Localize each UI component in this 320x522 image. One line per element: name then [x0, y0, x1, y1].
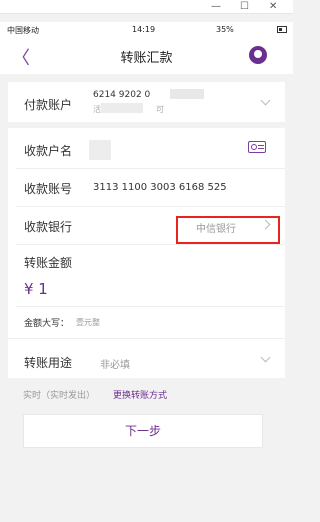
payee-account-number[interactable]: 3113 1100 3003 6168 525 [93, 182, 227, 193]
masked-name [89, 140, 111, 160]
amount-input[interactable]: ¥ 1 [24, 280, 48, 298]
divider [16, 244, 285, 245]
highlight-box [176, 216, 280, 244]
change-mode-link[interactable]: 更换转账方式 [113, 388, 167, 401]
divider [16, 168, 285, 169]
window-bar: — ☐ ✕ [0, 0, 293, 14]
amount-label: 转账金额 [24, 256, 73, 270]
divider [16, 306, 285, 307]
top-nav: 〈 转账汇款 [0, 38, 293, 74]
payer-account-status: 活 [93, 105, 101, 114]
divider [8, 338, 285, 339]
chevron-down-icon[interactable] [260, 95, 271, 106]
payee-account-label: 收款账号 [24, 182, 73, 196]
divider [16, 206, 285, 207]
transfer-mode-label: 实时（实时发出） [23, 391, 96, 401]
maximize-icon[interactable]: ☐ [240, 0, 249, 14]
battery-percent: 35% [216, 25, 234, 34]
chevron-down-icon[interactable] [260, 352, 271, 363]
masked-text [101, 103, 143, 113]
payer-label: 付款账户 [24, 98, 73, 112]
transfer-form-card: 收款户名 收款账号 3113 1100 3003 6168 525 收款银行 中… [8, 128, 285, 378]
amount-caps-label: 金额大写： [24, 319, 70, 329]
customer-service-icon[interactable] [249, 46, 267, 64]
payee-name-label: 收款户名 [24, 144, 73, 158]
payee-bank-label: 收款银行 [24, 220, 73, 234]
minimize-icon[interactable]: — [211, 0, 221, 14]
payer-available-label: 可 [156, 105, 164, 114]
payer-account-number: 6214 9202 0 [93, 90, 151, 100]
status-bar: 中国移动 14:19 35% [0, 22, 293, 38]
purpose-label: 转账用途 [24, 356, 73, 370]
battery-icon [277, 26, 287, 33]
masked-text [170, 89, 204, 99]
next-button[interactable]: 下一步 [23, 414, 263, 448]
amount-caps-value: 壹元整 [76, 318, 100, 327]
contacts-icon[interactable] [248, 141, 266, 153]
clock: 14:19 [132, 25, 156, 34]
close-icon[interactable]: ✕ [269, 0, 277, 14]
carrier-label: 中国移动 [7, 26, 39, 35]
purpose-input[interactable]: 非必填 [100, 356, 130, 371]
payer-account-card[interactable]: 付款账户 6214 9202 0 活 可 [8, 82, 285, 122]
